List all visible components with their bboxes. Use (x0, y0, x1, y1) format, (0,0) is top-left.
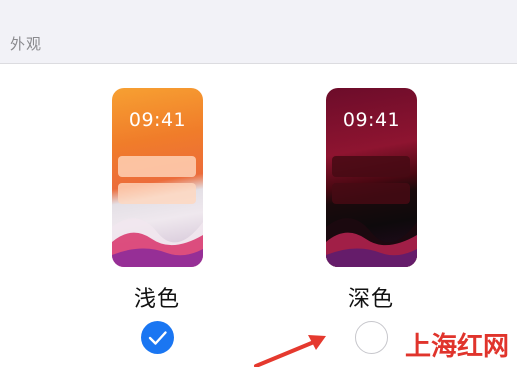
checkmark-icon (148, 331, 167, 345)
dark-mode-preview[interactable]: 09:41 (326, 88, 417, 267)
preview-notification (118, 156, 196, 177)
watermark: 上海红网 (404, 332, 509, 362)
light-mode-preview[interactable]: 09:41 (112, 88, 203, 267)
radio-light-selected[interactable] (141, 321, 174, 354)
wallpaper-waves (326, 218, 417, 267)
radio-dark-unselected[interactable] (355, 321, 388, 354)
wallpaper-waves (112, 218, 203, 267)
section-title: 外观 (10, 35, 43, 53)
preview-time: 09:41 (342, 109, 401, 131)
option-label-dark: 深色 (347, 287, 394, 312)
preview-notification (332, 156, 410, 177)
red-arrow-icon (254, 335, 326, 367)
option-label-light: 浅色 (133, 287, 180, 312)
appearance-section-header: 外观 (0, 0, 517, 64)
preview-time: 09:41 (128, 109, 187, 131)
